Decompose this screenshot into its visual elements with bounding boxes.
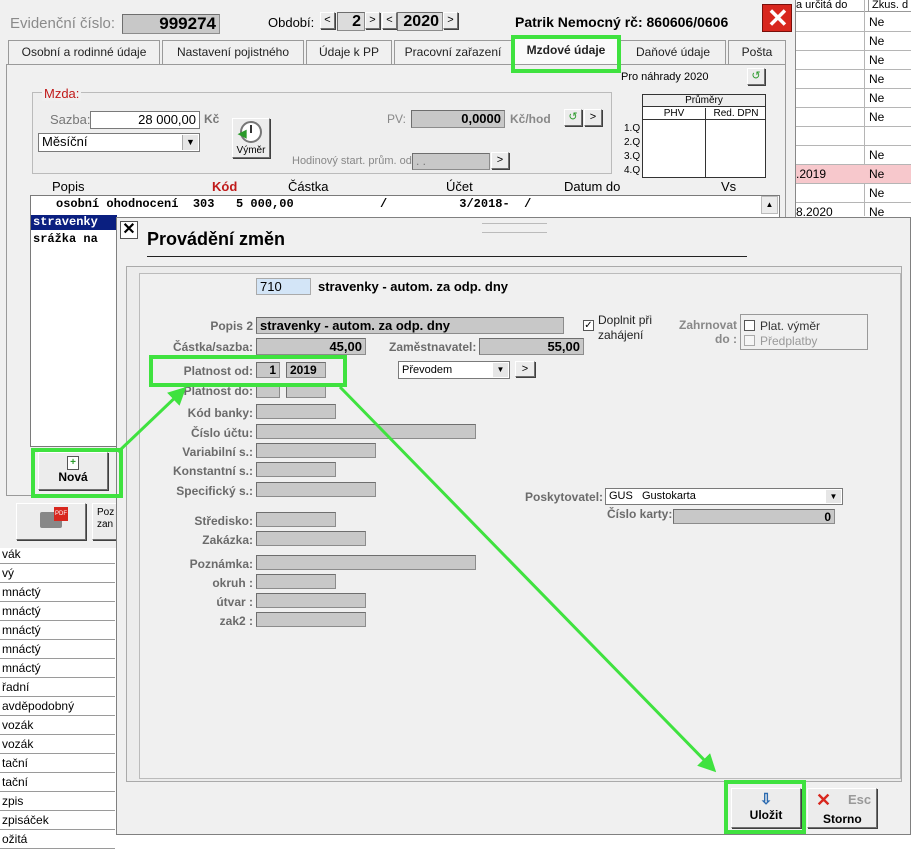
arrow-platnost-to-ulozit xyxy=(338,385,717,773)
arrow-nova-to-platnost xyxy=(116,386,187,454)
annotation-arrows xyxy=(116,385,717,773)
